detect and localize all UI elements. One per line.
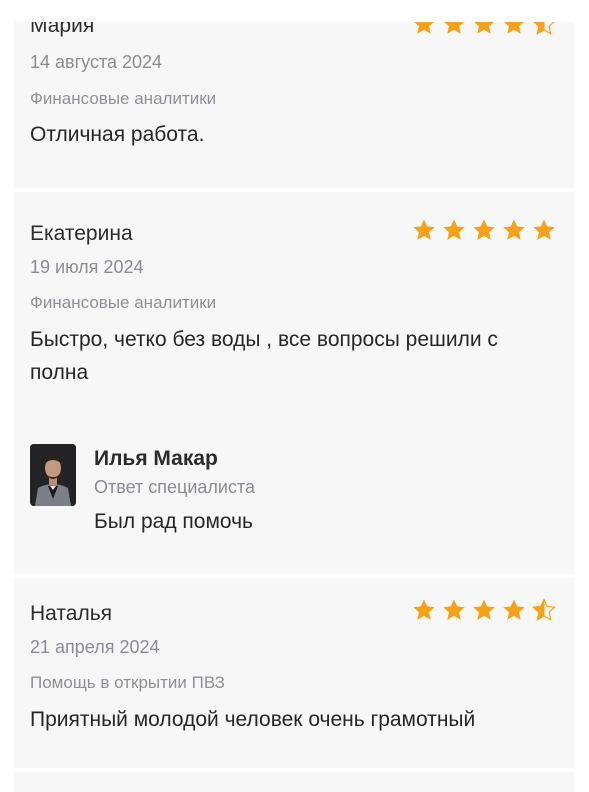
review-category: Финансовые аналитики <box>30 89 217 108</box>
review-date: 21 апреля 2024 <box>30 637 160 657</box>
review-date: 14 августа 2024 <box>30 52 163 72</box>
specialist-name: Илья Макар <box>94 447 218 470</box>
review-category: Помощь в открытии ПВЗ <box>30 673 225 692</box>
star-icon <box>472 218 496 242</box>
review-text: Приятный молодой человек очень грамотный <box>30 708 476 731</box>
review-category: Финансовые аналитики <box>30 293 217 312</box>
review-card: Мария 14 августа 2024 Финансовые аналити… <box>14 0 574 188</box>
review-card: Наталья 21 апреля 2024 Помощь в открытии… <box>14 578 574 768</box>
star-icon <box>502 218 526 242</box>
review-card: Екатерина 19 июля 2024 Финансовые аналит… <box>14 192 574 574</box>
specialist-reply: Илья Макар Ответ специалиста Был рад пом… <box>30 444 550 544</box>
review-author: Екатерина <box>30 222 133 245</box>
review-author: Наталья <box>30 602 113 625</box>
reply-text: Был рад помочь <box>94 510 253 533</box>
star-icon <box>502 598 526 622</box>
star-icon <box>472 598 496 622</box>
next-review-card <box>14 772 574 792</box>
star-icon <box>412 598 436 622</box>
rating-stars <box>412 218 556 242</box>
review-date: 19 июля 2024 <box>30 257 144 277</box>
half-star-icon <box>532 598 556 622</box>
star-icon <box>442 218 466 242</box>
specialist-role: Ответ специалиста <box>94 477 256 497</box>
star-icon <box>442 598 466 622</box>
avatar <box>30 444 76 506</box>
review-text: Отличная работа. <box>30 123 205 146</box>
star-icon <box>532 218 556 242</box>
rating-stars <box>412 598 556 622</box>
star-icon <box>412 218 436 242</box>
top-mask <box>0 0 589 22</box>
review-text: Быстро, четко без воды , все вопросы реш… <box>30 328 498 384</box>
